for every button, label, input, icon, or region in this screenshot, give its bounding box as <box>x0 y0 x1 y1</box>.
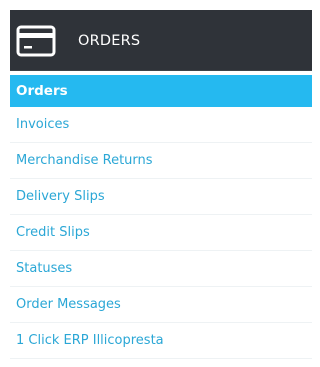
menu-item-merchandise-returns[interactable]: Merchandise Returns <box>10 143 312 179</box>
menu-item-erp-illicopresta[interactable]: 1 Click ERP Illicopresta <box>10 323 312 359</box>
menu-item-credit-slips[interactable]: Credit Slips <box>10 215 312 251</box>
menu-header-label: ORDERS <box>78 32 141 49</box>
menu-list: Orders Invoices Merchandise Returns Deli… <box>10 75 312 359</box>
menu-item-orders[interactable]: Orders <box>10 75 312 107</box>
orders-menu: ORDERS Orders Invoices Merchandise Retur… <box>10 10 312 359</box>
menu-header[interactable]: ORDERS <box>10 10 312 71</box>
menu-item-invoices[interactable]: Invoices <box>10 107 312 143</box>
menu-item-statuses[interactable]: Statuses <box>10 251 312 287</box>
credit-card-icon <box>16 21 56 61</box>
menu-item-order-messages[interactable]: Order Messages <box>10 287 312 323</box>
top-strip <box>0 0 312 10</box>
menu-item-delivery-slips[interactable]: Delivery Slips <box>10 179 312 215</box>
